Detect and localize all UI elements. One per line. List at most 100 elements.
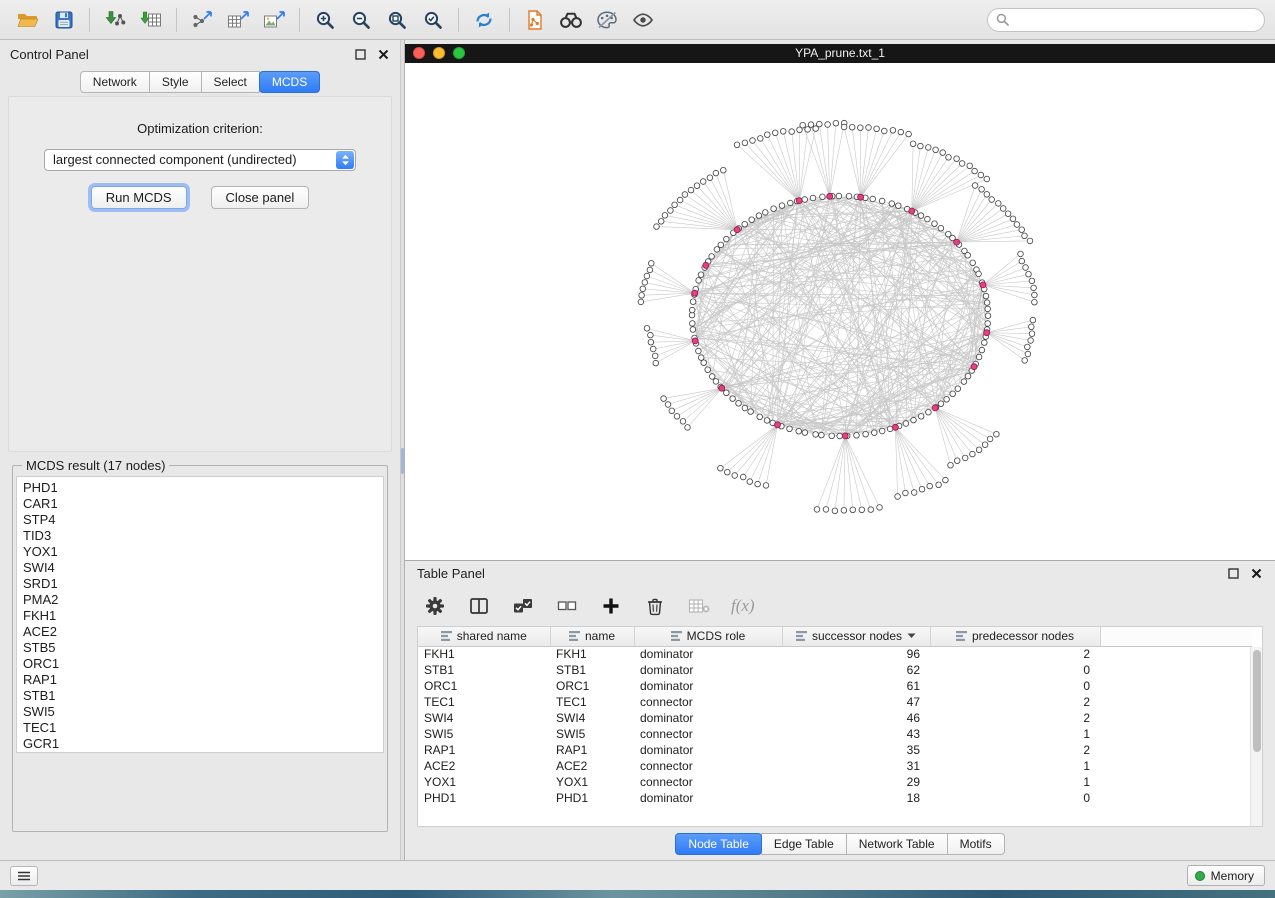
column-header-predecessor-nodes[interactable]: predecessor nodes <box>930 627 1100 646</box>
export-table-button[interactable] <box>220 5 256 35</box>
close-window-button[interactable] <box>413 47 425 59</box>
table-settings-button[interactable] <box>423 594 447 618</box>
node-table-row[interactable]: SWI4SWI4dominator462 <box>418 710 1252 726</box>
float-panel-button[interactable] <box>353 47 367 61</box>
zoom-window-button[interactable] <box>453 47 465 59</box>
select-all-button[interactable] <box>511 594 535 618</box>
mcds-result-list[interactable]: PHD1CAR1STP4TID3YOX1SWI4SRD1PMA2FKH1ACE2… <box>16 476 384 753</box>
column-header-shared-name[interactable]: shared name <box>418 627 550 646</box>
mcds-result-item[interactable]: FKH1 <box>23 608 383 624</box>
node-table-row[interactable]: FKH1FKH1dominator962 <box>418 646 1252 662</box>
table-vertical-scrollbar[interactable] <box>1250 647 1262 826</box>
hide-graphics-details-button[interactable] <box>589 5 625 35</box>
tab-motifs[interactable]: Motifs <box>947 833 1005 855</box>
node-table-row[interactable]: TEC1TEC1connector472 <box>418 694 1252 710</box>
network-search-box[interactable] <box>987 8 1265 32</box>
control-panel-title: Control Panel <box>10 47 89 62</box>
network-edges <box>641 123 1035 511</box>
memory-button[interactable]: Memory <box>1187 865 1265 886</box>
tab-network[interactable]: Network <box>80 71 150 93</box>
cell-shared-name: PHD1 <box>418 790 550 806</box>
node-table-row[interactable]: PHD1PHD1dominator180 <box>418 790 1252 806</box>
network-window-titlebar[interactable]: YPA_prune.txt_1 <box>405 44 1275 63</box>
network-canvas[interactable] <box>405 63 1274 560</box>
delete-entry-button[interactable] <box>643 594 667 618</box>
clear-table-button[interactable] <box>687 594 711 618</box>
deselect-all-button[interactable] <box>555 594 579 618</box>
node-table-row[interactable]: STB1STB1dominator620 <box>418 662 1252 678</box>
cell-successor-nodes: 46 <box>782 710 930 726</box>
node-table-row[interactable]: YOX1YOX1connector291 <box>418 774 1252 790</box>
mcds-result-item[interactable]: CAR1 <box>23 496 383 512</box>
close-panel-button[interactable] <box>376 47 390 61</box>
open-session-button[interactable] <box>10 5 46 35</box>
cell-filler <box>1100 662 1252 678</box>
export-image-button[interactable] <box>256 5 292 35</box>
close-table-panel-button[interactable] <box>1249 567 1263 581</box>
mcds-result-item[interactable]: SRD1 <box>23 576 383 592</box>
mcds-result-item[interactable]: RAP1 <box>23 672 383 688</box>
refresh-view-button[interactable] <box>466 5 502 35</box>
cell-name: ORC1 <box>550 678 634 694</box>
function-builder-button[interactable]: f(x) <box>731 594 755 618</box>
mcds-result-item[interactable]: TID3 <box>23 528 383 544</box>
run-mcds-button[interactable]: Run MCDS <box>91 186 187 209</box>
node-table-row[interactable]: SWI5SWI5connector431 <box>418 726 1252 742</box>
node-table-row[interactable]: ACE2ACE2connector311 <box>418 758 1252 774</box>
tab-mcds[interactable]: MCDS <box>259 71 320 93</box>
find-button[interactable] <box>553 5 589 35</box>
node-table-row[interactable]: ORC1ORC1dominator610 <box>418 678 1252 694</box>
column-header-successor-nodes[interactable]: successor nodes <box>782 627 930 646</box>
mcds-result-item[interactable]: SWI5 <box>23 704 383 720</box>
tab-network-table[interactable]: Network Table <box>846 833 948 855</box>
import-network-button[interactable] <box>97 5 133 35</box>
search-input[interactable] <box>1014 12 1256 27</box>
column-icon <box>569 631 580 641</box>
minimize-window-button[interactable] <box>433 47 445 59</box>
criterion-dropdown[interactable]: largest connected component (undirected) <box>44 149 356 171</box>
export-image-icon <box>263 10 285 30</box>
clear-table-icon <box>688 597 710 615</box>
tab-select[interactable]: Select <box>201 71 260 93</box>
mcds-result-item[interactable]: STB5 <box>23 640 383 656</box>
mcds-result-item[interactable]: GCR1 <box>23 736 383 752</box>
toolbar-separator <box>299 8 300 32</box>
node-table-row[interactable]: RAP1RAP1dominator352 <box>418 742 1252 758</box>
mcds-result-item[interactable]: STP4 <box>23 512 383 528</box>
float-window-icon <box>1228 568 1239 579</box>
control-panel-tabs: Network Style Select MCDS <box>0 68 400 96</box>
export-network-icon <box>191 10 213 30</box>
close-mcds-panel-button[interactable]: Close panel <box>211 186 310 209</box>
column-header-name[interactable]: name <box>550 627 634 646</box>
mcds-result-item[interactable]: TEC1 <box>23 720 383 736</box>
zoom-selected-button[interactable] <box>415 5 451 35</box>
mcds-result-item[interactable]: SWI4 <box>23 560 383 576</box>
import-table-button[interactable] <box>133 5 169 35</box>
zoom-out-button[interactable] <box>343 5 379 35</box>
mcds-result-item[interactable]: ORC1 <box>23 656 383 672</box>
desktop-wallpaper-strip <box>0 890 1275 898</box>
mcds-result-item[interactable]: PMA2 <box>23 592 383 608</box>
scrollbar-thumb[interactable] <box>1253 650 1261 752</box>
mcds-result-item[interactable]: YOX1 <box>23 544 383 560</box>
split-panel-button[interactable] <box>467 594 491 618</box>
cell-predecessor-nodes: 2 <box>930 646 1100 662</box>
panel-menu-button[interactable] <box>10 866 38 886</box>
add-entry-button[interactable] <box>599 594 623 618</box>
column-header-mcds-role[interactable]: MCDS role <box>634 627 782 646</box>
export-network-button[interactable] <box>184 5 220 35</box>
copy-document-button[interactable] <box>517 5 553 35</box>
float-table-panel-button[interactable] <box>1226 567 1240 581</box>
save-session-button[interactable] <box>46 5 82 35</box>
mcds-result-item[interactable]: STB1 <box>23 688 383 704</box>
mcds-result-item[interactable]: PHD1 <box>23 480 383 496</box>
mcds-result-item[interactable]: ACE2 <box>23 624 383 640</box>
tab-style[interactable]: Style <box>149 71 202 93</box>
tab-node-table[interactable]: Node Table <box>675 833 762 855</box>
cell-shared-name: ORC1 <box>418 678 550 694</box>
show-graphics-details-button[interactable] <box>625 5 661 35</box>
splitter-handle-icon[interactable] <box>401 448 404 474</box>
zoom-fit-button[interactable] <box>379 5 415 35</box>
tab-edge-table[interactable]: Edge Table <box>761 833 847 855</box>
zoom-in-button[interactable] <box>307 5 343 35</box>
